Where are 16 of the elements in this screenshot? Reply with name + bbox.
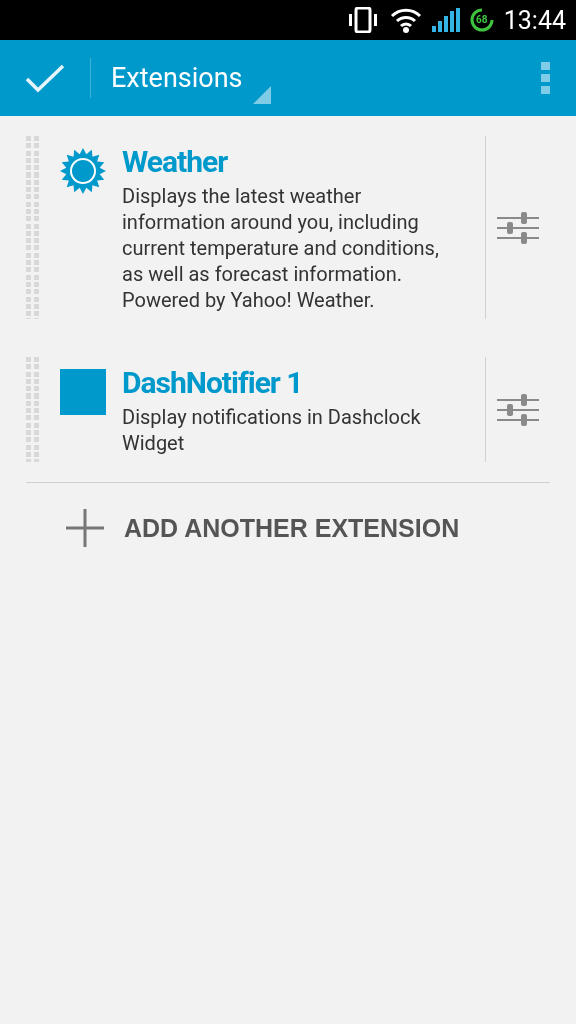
extension-description: Display notifications in Dashclock Widget bbox=[122, 404, 422, 456]
check-icon[interactable] bbox=[25, 63, 65, 93]
add-extension-button[interactable]: ADD ANOTHER EXTENSION bbox=[66, 503, 460, 553]
extension-title: DashNotifier 1 bbox=[122, 365, 304, 400]
signal-icon bbox=[431, 8, 460, 32]
plus-icon[interactable] bbox=[66, 509, 104, 547]
square-icon bbox=[60, 369, 106, 415]
battery-level: 68 bbox=[476, 15, 488, 25]
clock-time: 13:44 bbox=[503, 5, 566, 35]
extension-title: Weather bbox=[122, 144, 229, 179]
overflow-menu-icon[interactable] bbox=[541, 62, 551, 94]
drag-handle-icon[interactable] bbox=[26, 136, 40, 319]
drag-handle-icon[interactable] bbox=[26, 357, 40, 462]
sun-icon bbox=[60, 148, 106, 194]
extension-description: Displays the latest weather information around you, including current temperature and conditions, as well as forecast information. Powered by Yahoo! Weather. bbox=[122, 183, 440, 313]
wifi-icon bbox=[389, 7, 422, 33]
